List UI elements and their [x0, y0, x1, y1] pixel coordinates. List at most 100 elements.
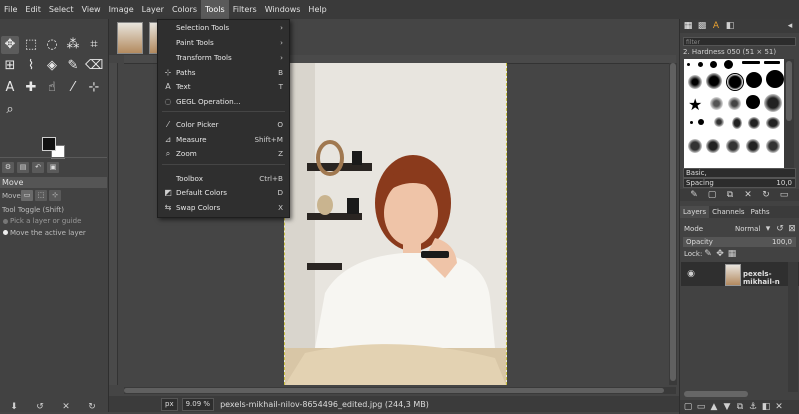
- lock-pixels-icon[interactable]: ✎: [702, 248, 714, 260]
- rect-select-icon[interactable]: ⬚: [22, 36, 40, 54]
- brush-icon[interactable]: ✎: [64, 57, 82, 75]
- radio-pick[interactable]: [3, 219, 8, 224]
- path-icon[interactable]: ⊹: [85, 79, 103, 97]
- layers-scrollbar[interactable]: [788, 262, 798, 392]
- dock-menu-icon[interactable]: ◂: [784, 20, 796, 32]
- mode-reset-icon[interactable]: ↺: [774, 223, 786, 235]
- vertical-scrollbar[interactable]: [669, 63, 677, 385]
- pick-layer-option[interactable]: Pick a layer or guide: [10, 217, 81, 225]
- save-options-icon[interactable]: ⬇: [8, 401, 20, 413]
- horizontal-scrollbar[interactable]: [124, 387, 676, 394]
- lasso-icon[interactable]: ◌: [43, 36, 61, 54]
- mask-icon[interactable]: ◧: [760, 401, 772, 413]
- menu-tools[interactable]: Tools: [201, 0, 229, 19]
- menu-windows[interactable]: Windows: [261, 0, 305, 19]
- radio-move-active[interactable]: [3, 230, 8, 235]
- unit-select[interactable]: px: [161, 397, 178, 411]
- warp-icon[interactable]: ⌇: [22, 57, 40, 75]
- image-tab-thumbnail[interactable]: [117, 22, 143, 54]
- tools-menu-item[interactable]: Toolbox Ctrl+B: [158, 172, 289, 186]
- menu-file[interactable]: File: [0, 0, 21, 19]
- canvas-image[interactable]: [284, 63, 507, 385]
- lock-position-icon[interactable]: ✥: [714, 248, 726, 260]
- duplicate-layer-icon[interactable]: ⧉: [734, 401, 746, 413]
- new-brush-icon[interactable]: ▢: [706, 189, 718, 201]
- brush-preset-select[interactable]: Basic,: [683, 168, 796, 178]
- move-path-icon[interactable]: ⊹: [49, 190, 61, 201]
- mode-dropdown-icon[interactable]: ▾: [762, 223, 774, 235]
- brush-filter-input[interactable]: filter: [683, 37, 796, 46]
- lock-alpha-icon[interactable]: ▦: [726, 248, 738, 260]
- foreground-color[interactable]: [42, 137, 56, 151]
- delete-options-icon[interactable]: ✕: [60, 401, 72, 413]
- tools-menu-item[interactable]: Selection Tools ›: [158, 21, 289, 35]
- tools-menu-item[interactable]: ⊿ Measure Shift+M: [158, 133, 289, 147]
- mode-select[interactable]: Normal: [735, 225, 760, 233]
- tools-menu-item[interactable]: ◩ Default Colors D: [158, 186, 289, 200]
- tab-layers[interactable]: Layers: [680, 206, 710, 218]
- opacity-field[interactable]: Opacity 100,0: [683, 237, 796, 247]
- menu-colors[interactable]: Colors: [168, 0, 201, 19]
- images-tab-icon[interactable]: ▣: [47, 162, 59, 173]
- open-brush-icon[interactable]: ▭: [778, 189, 790, 201]
- crop-icon[interactable]: ⌗: [85, 36, 103, 54]
- undo-tab-icon[interactable]: ↶: [32, 162, 44, 173]
- spacing-field[interactable]: Spacing 10,0: [683, 178, 796, 188]
- horizontal-scroll-thumb[interactable]: [124, 388, 664, 393]
- menu-help[interactable]: Help: [304, 0, 330, 19]
- patterns-tab-icon[interactable]: ▩: [696, 20, 708, 32]
- vertical-ruler[interactable]: [109, 63, 118, 385]
- anchor-layer-icon[interactable]: ⚓: [747, 401, 759, 413]
- zoom-select[interactable]: 9.09 %: [181, 397, 215, 411]
- color-picker-icon[interactable]: ⁄: [64, 79, 82, 97]
- tools-menu-item[interactable]: Transform Tools ›: [158, 51, 289, 65]
- tools-menu-item[interactable]: ⇆ Swap Colors X: [158, 201, 289, 215]
- fuzzy-select-icon[interactable]: ⁂: [64, 36, 82, 54]
- text-icon[interactable]: A: [1, 79, 19, 97]
- document-history-tab-icon[interactable]: ◧: [724, 20, 736, 32]
- menu-image[interactable]: Image: [105, 0, 138, 19]
- lower-layer-icon[interactable]: ▼: [721, 401, 733, 413]
- visibility-eye-icon[interactable]: ◉: [685, 268, 697, 280]
- device-status-tab-icon[interactable]: ▤: [17, 162, 29, 173]
- menu-edit[interactable]: Edit: [21, 0, 45, 19]
- refresh-brushes-icon[interactable]: ↻: [760, 189, 772, 201]
- tools-menu-item[interactable]: Paint Tools ›: [158, 36, 289, 50]
- composite-icon[interactable]: ⊠: [786, 223, 798, 235]
- layer-row[interactable]: ◉ pexels-mikhail-n: [681, 262, 799, 286]
- heal-icon[interactable]: ✚: [22, 79, 40, 97]
- edit-brush-icon[interactable]: ✎: [688, 189, 700, 201]
- brushes-tab-icon[interactable]: ▦: [682, 20, 694, 32]
- brush-scrollbar[interactable]: [784, 59, 794, 169]
- brush-scroll-thumb[interactable]: [786, 61, 792, 121]
- menu-select[interactable]: Select: [45, 0, 78, 19]
- layers-h-scroll-thumb[interactable]: [684, 391, 748, 397]
- new-layer-icon[interactable]: ▢: [682, 401, 694, 413]
- tab-channels[interactable]: Channels: [709, 206, 747, 218]
- reset-options-icon[interactable]: ↻: [86, 401, 98, 413]
- paint-icon[interactable]: ◈: [43, 57, 61, 75]
- tools-menu-item[interactable]: ⁄ Color Picker O: [158, 118, 289, 132]
- tools-menu-item[interactable]: ⌕ Zoom Z: [158, 147, 289, 161]
- new-group-icon[interactable]: ▭: [695, 401, 707, 413]
- tools-menu-item[interactable]: ⊹ Paths B: [158, 66, 289, 80]
- move-active-layer-option[interactable]: Move the active layer: [10, 229, 86, 237]
- tools-menu-item[interactable]: ◌ GEGL Operation...: [158, 95, 289, 109]
- delete-layer-icon[interactable]: ✕: [773, 401, 785, 413]
- smudge-icon[interactable]: ☝: [43, 79, 61, 97]
- move-selection-icon[interactable]: ⬚: [35, 190, 47, 201]
- fonts-tab-icon[interactable]: A: [710, 20, 722, 32]
- move-tool-icon[interactable]: ✥: [1, 36, 19, 54]
- raise-layer-icon[interactable]: ▲: [708, 401, 720, 413]
- menu-view[interactable]: View: [78, 0, 105, 19]
- move-layer-icon[interactable]: ▭: [21, 190, 33, 201]
- tool-options-tab-icon[interactable]: ⚙: [2, 162, 14, 173]
- restore-options-icon[interactable]: ↺: [34, 401, 46, 413]
- duplicate-brush-icon[interactable]: ⧉: [724, 189, 736, 201]
- brush-grid[interactable]: ★: [684, 59, 784, 169]
- transform-icon[interactable]: ⊞: [1, 57, 19, 75]
- vertical-scroll-thumb[interactable]: [670, 63, 676, 381]
- tab-paths[interactable]: Paths: [748, 206, 773, 218]
- menu-filters[interactable]: Filters: [229, 0, 261, 19]
- eraser-icon[interactable]: ⌫: [85, 57, 103, 75]
